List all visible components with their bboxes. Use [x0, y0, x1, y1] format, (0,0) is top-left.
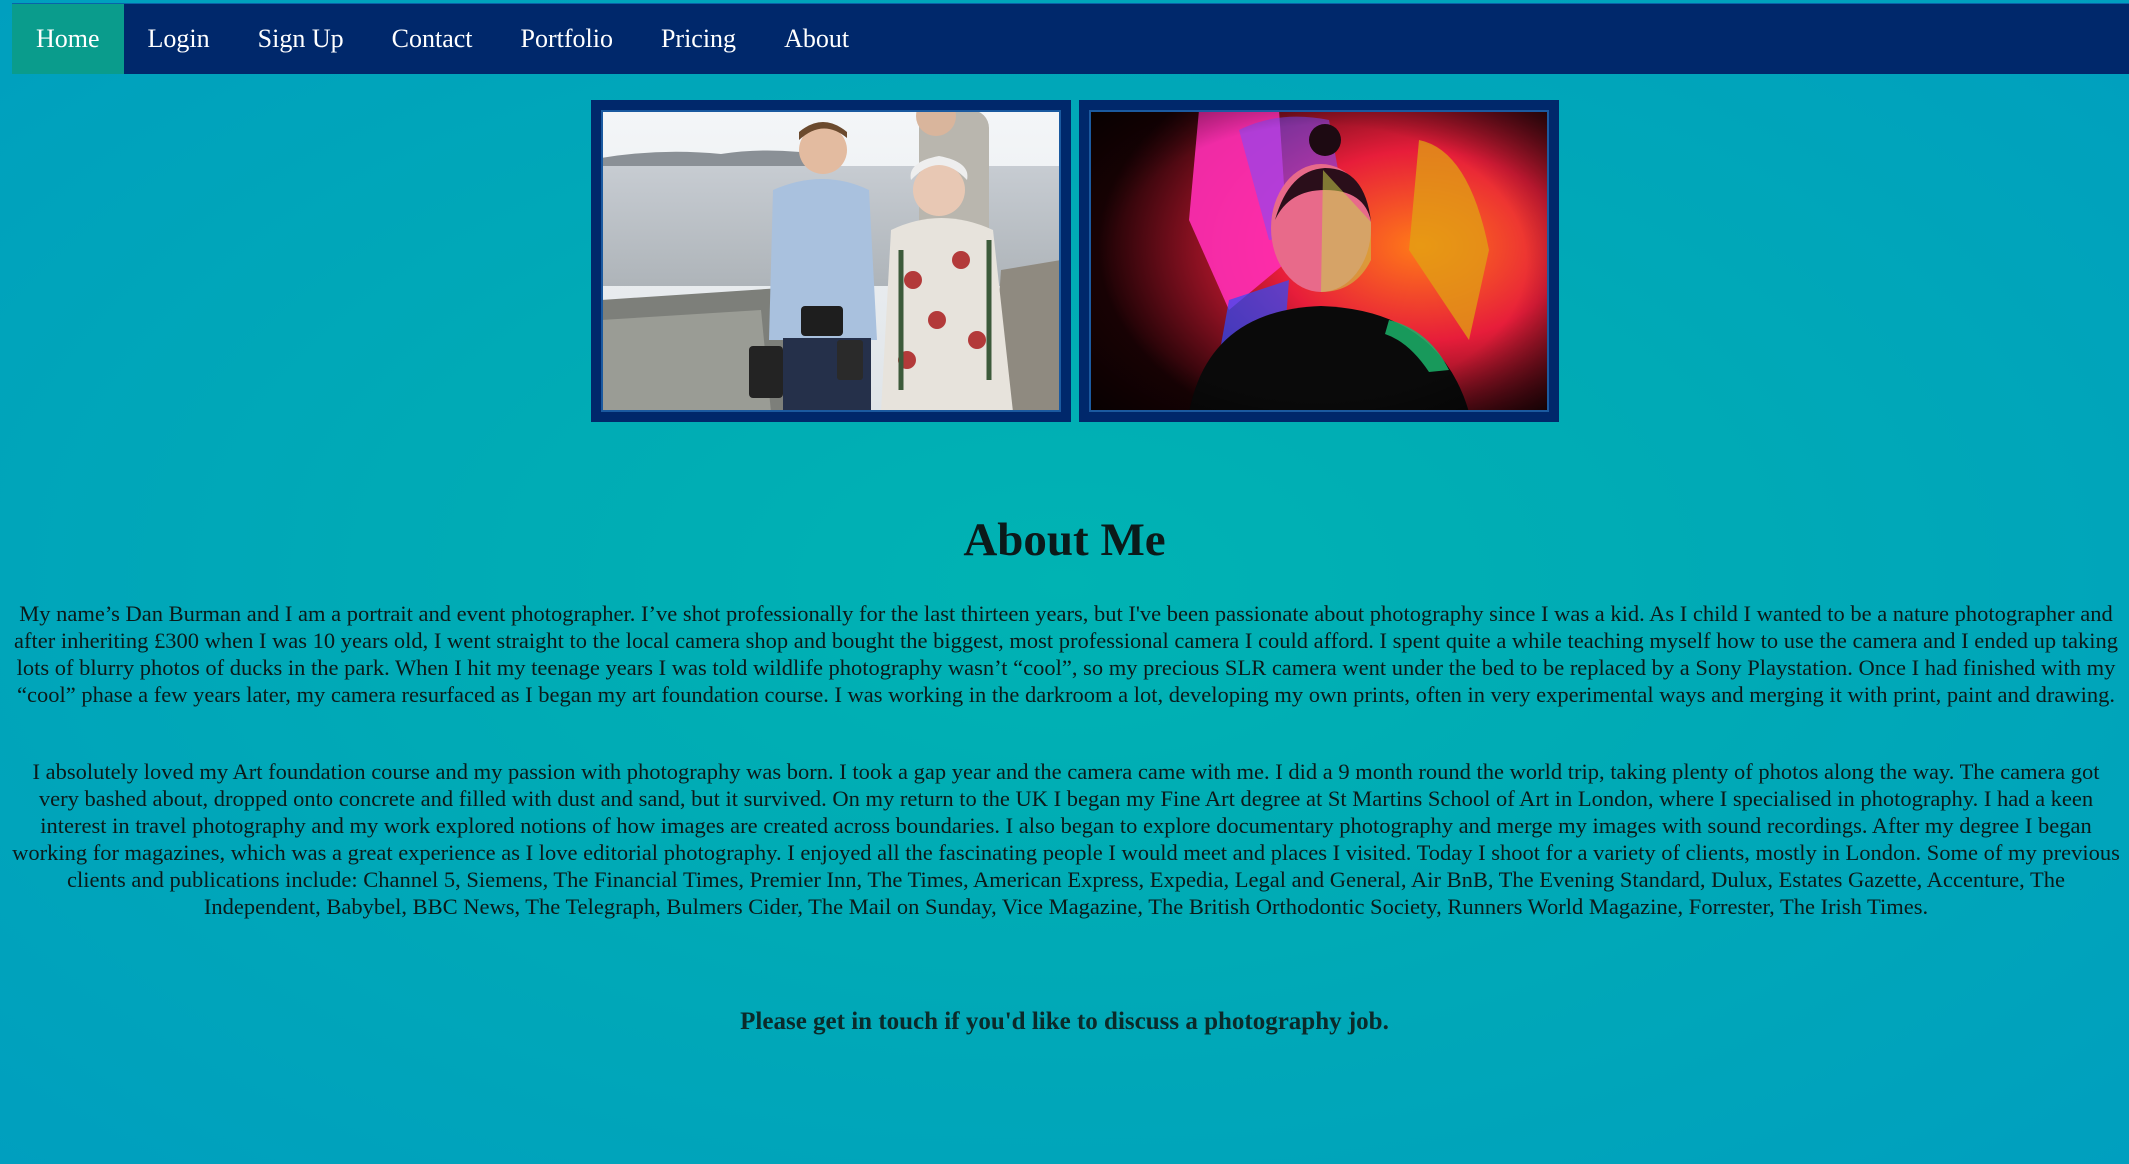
- photo-gallery: [591, 100, 1559, 422]
- nav-portfolio[interactable]: Portfolio: [497, 4, 637, 74]
- childhood-photo: [591, 100, 1071, 422]
- page-title: About Me: [963, 514, 1166, 566]
- nav-login[interactable]: Login: [124, 4, 234, 74]
- portrait-photo: [1079, 100, 1559, 422]
- main-navbar: Home Login Sign Up Contact Portfolio Pri…: [12, 3, 2129, 74]
- contact-call-to-action: Please get in touch if you'd like to dis…: [740, 1008, 1389, 1035]
- about-paragraph-2: I absolutely loved my Art foundation cou…: [12, 759, 2120, 919]
- nav-pricing[interactable]: Pricing: [637, 4, 760, 74]
- nav-contact[interactable]: Contact: [368, 4, 497, 74]
- about-paragraph-1: My name’s Dan Burman and I am a portrait…: [14, 601, 2118, 707]
- nav-home[interactable]: Home: [12, 4, 124, 74]
- nav-sign-up[interactable]: Sign Up: [234, 4, 368, 74]
- nav-about[interactable]: About: [760, 4, 873, 74]
- portrait-photo-image: [1089, 110, 1549, 412]
- childhood-photo-image: [601, 110, 1061, 412]
